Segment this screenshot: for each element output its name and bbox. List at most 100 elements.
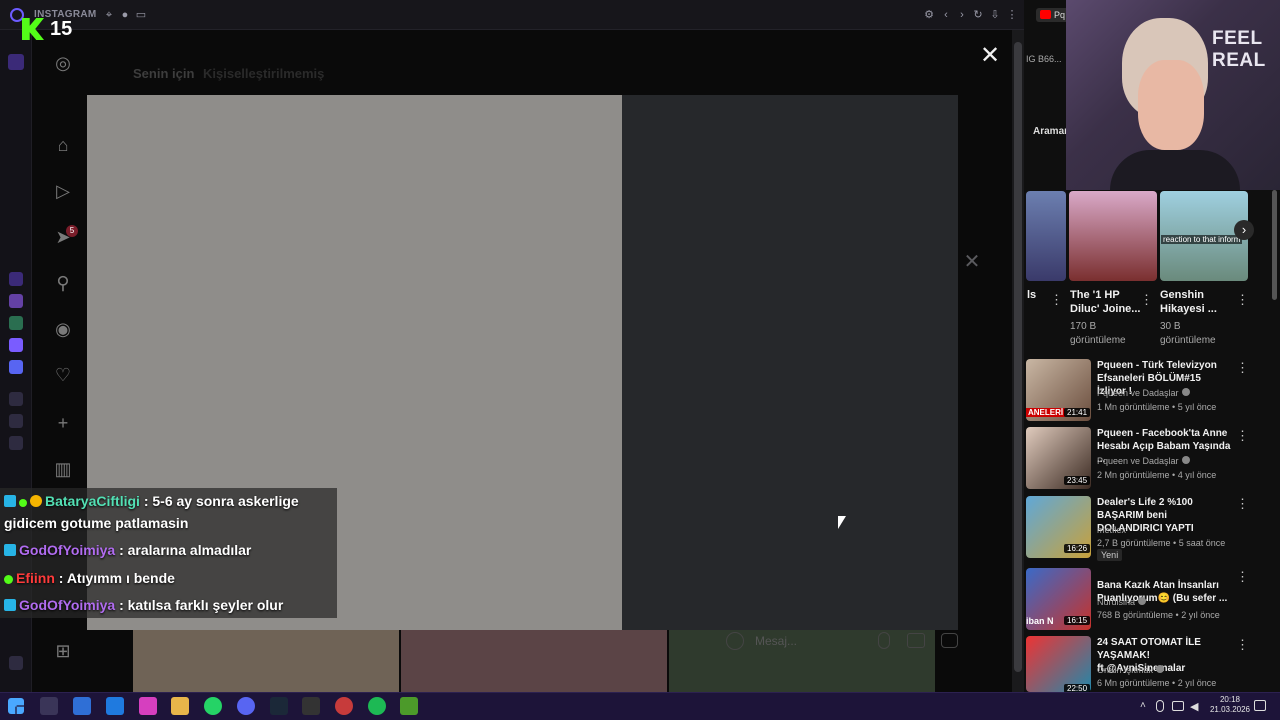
downloads-icon[interactable] [9,414,23,428]
short-thumbnail[interactable] [1069,191,1157,281]
create-icon[interactable]: + [52,412,74,434]
kick-badge-icon [19,499,27,507]
thumb-text: ANELERİ [1026,408,1066,417]
search-icon[interactable]: ⚲ [52,272,74,294]
video-channel[interactable]: Nurdisina [1097,597,1147,607]
minecraft-icon[interactable] [400,697,418,715]
notifications-icon[interactable] [1254,700,1266,711]
scrollbar-thumb[interactable] [1014,42,1022,672]
reload-icon[interactable]: ↻ [971,8,985,22]
message-input[interactable]: Mesaj... [755,634,797,648]
discord-taskbar-icon[interactable] [237,697,255,715]
follower-count: 15 [50,18,73,40]
discord-app-icon[interactable] [9,360,23,374]
epic-games-icon[interactable] [302,697,320,715]
more-options-icon[interactable]: ⋮ [1236,292,1249,308]
dashboard-icon[interactable]: ▥ [52,458,74,480]
close-icon[interactable]: ✕ [978,44,1002,68]
feed-tile[interactable] [133,630,399,692]
spotify-icon[interactable] [368,697,386,715]
more-icon[interactable]: ⊞ [52,640,74,662]
emoji-icon[interactable] [726,632,744,650]
whatsapp-taskbar-icon[interactable] [204,697,222,715]
chat-user: GodOfYoimiya [19,597,116,613]
more-options-icon[interactable]: ⋮ [1236,496,1249,512]
store-icon[interactable] [73,697,91,715]
tray-chevron-icon[interactable]: ˄ [1140,700,1146,711]
more-options-icon[interactable]: ⋮ [1236,428,1249,444]
video-duration: 23:45 [1064,476,1091,485]
explore-icon[interactable]: ◉ [52,318,74,340]
chat-message: BataryaCiftligi : 5-6 ay sonra askerlige [4,490,299,512]
chat-text: : aralarına almadılar [119,542,252,558]
feed-tile[interactable] [401,630,667,692]
video-channel[interactable]: Orkun Işıtmak [1097,665,1165,675]
more-options-icon[interactable]: ⋮ [1050,292,1063,308]
history-icon[interactable] [9,392,23,406]
video-channel[interactable]: Pqueen ve Dadaşlar [1097,456,1190,466]
more-options-icon[interactable]: ⋮ [1140,292,1153,308]
settings-icon[interactable]: ⚙ [922,8,936,22]
tray-mic-icon[interactable] [1156,700,1164,712]
verified-icon [1181,456,1190,464]
forward-icon[interactable]: › [955,8,969,22]
short-title[interactable]: Genshin Hikayesi ... [1160,288,1232,316]
webcam-person [1110,150,1240,190]
kick-badge-icon [4,575,13,584]
browser-toolbar: INSTAGRAM ⌖ ● ▭ ⚙ ‹ › ↻ ⇩ ⋮ [0,0,1024,30]
twitch-icon[interactable] [9,294,23,308]
video-meta: 6 Mn görüntüleme • 2 yıl önce [1097,678,1217,688]
microphone-icon[interactable] [878,632,890,649]
opera-gx-icon[interactable] [139,697,157,715]
taskbar [0,692,1280,720]
chat-message: Efiinn : Atıyımm ı bende [4,567,175,589]
camera-icon[interactable]: ▭ [134,8,148,22]
file-explorer-icon[interactable] [171,697,189,715]
mic-icon[interactable]: ● [118,8,132,22]
search-text[interactable]: Araman [1033,126,1070,137]
obs-icon[interactable] [335,697,353,715]
settings-side-icon[interactable] [9,436,23,450]
heart-icon[interactable]: ♡ [52,364,74,386]
back-icon[interactable]: ‹ [939,8,953,22]
video-channel[interactable]: metflex [1097,525,1126,535]
download-icon[interactable]: ⇩ [988,8,1002,22]
whatsapp-icon[interactable] [9,316,23,330]
task-view-icon[interactable] [40,697,58,715]
short-meta: 30 Bgörüntüleme [1160,321,1216,346]
close-secondary-icon[interactable]: ✕ [962,252,982,272]
more-options-icon[interactable]: ⋮ [1236,360,1249,376]
more-options-icon[interactable]: ⋮ [1236,637,1249,653]
more-options-icon[interactable]: ⋮ [1236,569,1249,585]
tray-volume-icon[interactable]: ◀ [1190,700,1198,713]
short-title[interactable]: ls [1027,288,1036,302]
edge-icon[interactable] [106,697,124,715]
tray-network-icon[interactable] [1172,701,1184,711]
post-comments-panel [622,95,958,630]
reels-icon[interactable]: ▷ [52,180,74,202]
tab-not-personalized[interactable]: Kişiselleştirilmemiş [203,66,324,81]
short-thumbnail[interactable] [1026,191,1066,281]
instagram-app-icon[interactable] [9,338,23,352]
pin-icon[interactable]: ⌖ [102,8,116,22]
sub-badge-icon [4,544,16,556]
image-icon[interactable] [907,633,925,648]
instagram-logo-icon[interactable]: ◎ [52,52,74,74]
chevron-right-icon[interactable]: › [1234,220,1254,240]
sticker-icon[interactable] [941,633,958,648]
steam-icon[interactable] [270,697,288,715]
menu-dots-icon[interactable]: ⋮ [1005,8,1019,22]
video-channel[interactable]: Pqueen ve Dadaşlar [1097,388,1190,398]
short-title[interactable]: The '1 HP Diluc' Joine... [1070,288,1150,316]
home-app-icon[interactable] [8,54,24,70]
gx-icon[interactable] [9,656,23,670]
tab-for-you[interactable]: Senin için [133,66,194,81]
home-icon[interactable]: ⌂ [52,134,74,156]
notification-badge: 5 [66,225,78,237]
sub-badge-icon [4,599,16,611]
youtube-scrollbar[interactable] [1272,190,1277,300]
clock[interactable]: 20:18 21.03.2026 [1208,695,1252,715]
chatgpt-icon[interactable] [9,272,23,286]
chat-text: : katılsa farklı şeyler olur [119,597,284,613]
chat-message: GodOfYoimiya : aralarına almadılar [4,539,251,561]
